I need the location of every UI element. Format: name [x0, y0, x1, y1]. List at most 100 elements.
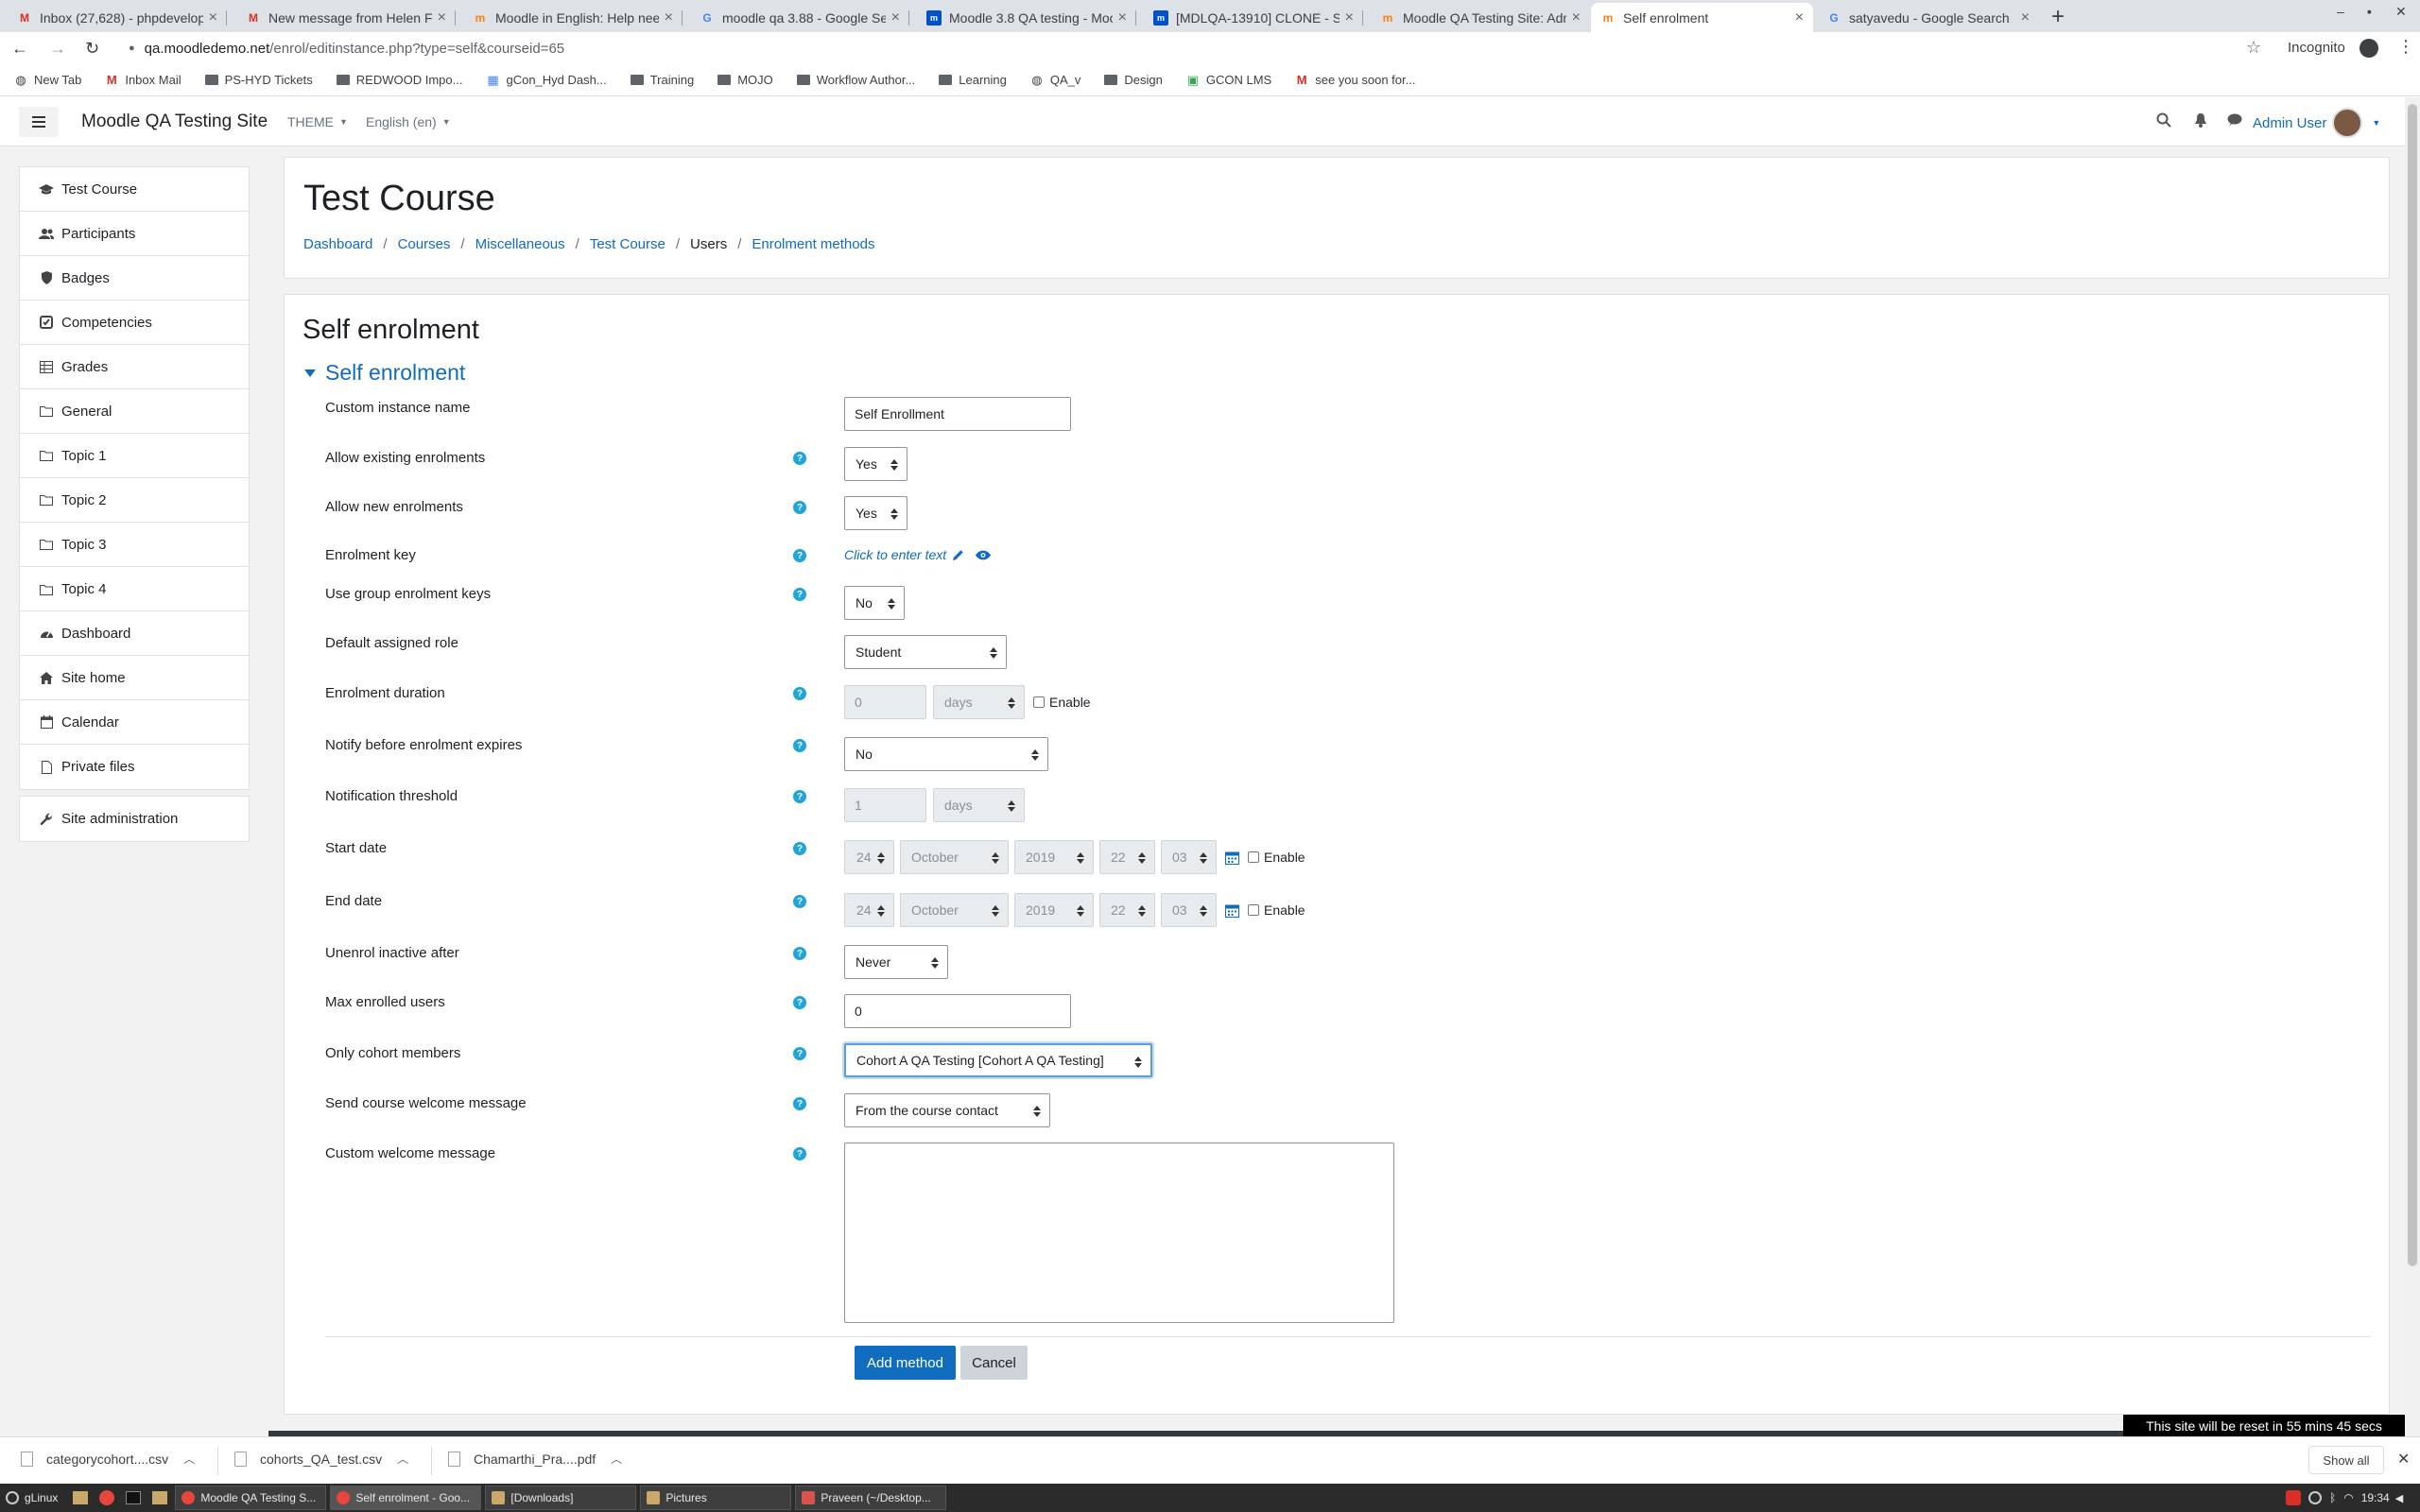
duration-unit-select[interactable]: days — [933, 685, 1025, 719]
bookmark-item[interactable]: ▦ gCon_Hyd Dash... — [485, 73, 606, 88]
address-bar[interactable]: ● qa.moodledemo.net /enrol/editinstance.… — [129, 41, 2208, 57]
welcome-select[interactable]: From the course contact — [844, 1093, 1050, 1127]
nav-item-dashboard[interactable]: Dashboard — [20, 611, 249, 656]
help-icon[interactable]: ? — [793, 996, 806, 1009]
help-icon[interactable]: ? — [793, 1147, 806, 1160]
allow-existing-select[interactable]: Yes — [844, 447, 908, 481]
help-icon[interactable]: ? — [793, 895, 806, 908]
help-icon[interactable]: ? — [793, 588, 806, 601]
nav-item-private-files[interactable]: Private files — [20, 745, 249, 789]
nav-item-topic-3[interactable]: Topic 3 — [20, 523, 249, 567]
enrolment-key-editable[interactable]: Click to enter text — [844, 547, 946, 562]
terminal-launcher-icon[interactable] — [126, 1491, 142, 1504]
browser-tab[interactable]: M Inbox (27,628) - phpdevelop × — [8, 3, 227, 32]
nav-item-participants[interactable]: Participants — [20, 212, 249, 256]
bookmark-folder[interactable]: REDWOOD Impo... — [336, 73, 462, 87]
folder-launcher-icon[interactable] — [152, 1491, 168, 1504]
start-menu-button[interactable]: gLinux — [0, 1486, 63, 1510]
end-day-select[interactable]: 24 — [844, 893, 894, 927]
minimize-icon[interactable]: – — [2337, 4, 2344, 19]
clock[interactable]: 19:34 — [2361, 1491, 2390, 1504]
reveal-eye-icon[interactable] — [976, 550, 992, 560]
custom-instance-name-input[interactable]: Self Enrollment — [844, 397, 1071, 431]
language-menu[interactable]: English (en) ▼ — [366, 114, 451, 129]
taskbar-app[interactable]: Praveen (~/Desktop... — [795, 1486, 947, 1510]
pencil-icon[interactable] — [952, 549, 964, 561]
chrome-launcher-icon[interactable] — [99, 1490, 115, 1505]
nav-item-site-home[interactable]: Site home — [20, 656, 249, 700]
threshold-unit-select[interactable]: days — [933, 788, 1025, 822]
theme-menu[interactable]: THEME ▼ — [287, 114, 348, 129]
browser-tab[interactable]: Gmoodle qa 3.88 - Google Sea × — [690, 3, 909, 32]
help-icon[interactable]: ? — [793, 739, 806, 752]
help-icon[interactable]: ? — [793, 687, 806, 700]
close-tab-icon[interactable]: × — [891, 9, 900, 26]
nav-item-calendar[interactable]: Calendar — [20, 700, 249, 745]
search-icon[interactable] — [2156, 112, 2171, 128]
download-item[interactable]: Chamarthi_Pra....pdf ︿ — [448, 1451, 622, 1467]
new-tab-icon[interactable]: + — [2051, 4, 2065, 30]
bookmark-item[interactable]: ◍ QA_v — [1029, 73, 1080, 88]
close-tab-icon[interactable]: × — [209, 9, 217, 26]
help-icon[interactable]: ? — [793, 947, 806, 960]
duration-input[interactable]: 0 — [844, 685, 926, 719]
notifications-bell-icon[interactable] — [2194, 112, 2207, 128]
cancel-button[interactable]: Cancel — [960, 1346, 1028, 1380]
close-tab-icon[interactable]: × — [1345, 9, 1354, 26]
drawer-toggle-button[interactable] — [19, 107, 59, 137]
help-icon[interactable]: ? — [793, 501, 806, 514]
nav-item-topic-2[interactable]: Topic 2 — [20, 478, 249, 523]
bookmark-item[interactable]: M Inbox Mail — [104, 73, 182, 87]
nav-item-site-administration[interactable]: Site administration — [20, 797, 249, 841]
breadcrumb-courses[interactable]: Courses — [398, 236, 451, 252]
bookmark-folder[interactable]: Design — [1103, 73, 1163, 87]
nav-item-topic-1[interactable]: Topic 1 — [20, 434, 249, 478]
volume-icon[interactable]: ◀ — [2395, 1492, 2403, 1504]
close-tab-icon[interactable]: × — [2021, 9, 2030, 26]
bookmark-item[interactable]: ▣ GCON LMS — [1185, 73, 1272, 88]
start-day-select[interactable]: 24 — [844, 840, 894, 874]
help-icon[interactable]: ? — [793, 1097, 806, 1110]
duration-enable-checkbox[interactable] — [1033, 696, 1045, 708]
help-icon[interactable]: ? — [793, 842, 806, 855]
profile-label[interactable]: Incognito — [2288, 40, 2345, 56]
bookmark-folder[interactable]: Learning — [938, 73, 1007, 87]
close-window-icon[interactable]: ✕ — [2395, 4, 2407, 20]
tray-app-icon[interactable] — [2286, 1490, 2301, 1505]
wifi-icon[interactable]: ◠ — [2343, 1491, 2353, 1504]
help-icon[interactable]: ? — [793, 1047, 806, 1060]
taskbar-app-active[interactable]: Self enrolment - Goo... — [330, 1486, 482, 1510]
bookmark-folder[interactable]: Training — [630, 73, 694, 87]
messages-icon[interactable] — [2227, 113, 2242, 127]
add-method-button[interactable]: Add method — [855, 1346, 956, 1380]
default-role-select[interactable]: Student — [844, 635, 1007, 669]
allow-new-select[interactable]: Yes — [844, 496, 908, 530]
bookmark-folder[interactable]: PS-HYD Tickets — [204, 73, 313, 87]
start-date-enable-checkbox[interactable] — [1248, 851, 1259, 863]
maximize-icon[interactable]: ▪ — [2367, 4, 2372, 19]
nav-item-badges[interactable]: Badges — [20, 256, 249, 301]
breadcrumb-miscellaneous[interactable]: Miscellaneous — [475, 236, 565, 252]
chevron-up-icon[interactable]: ︿ — [611, 1451, 622, 1467]
close-tab-icon[interactable]: × — [665, 9, 673, 26]
user-menu[interactable]: Admin User ▼ — [2253, 108, 2380, 138]
browser-tab[interactable]: m Moodle 3.8 QA testing - Moo × — [917, 3, 1136, 32]
close-tab-icon[interactable]: × — [1572, 9, 1581, 26]
custom-welcome-textarea[interactable] — [844, 1143, 1394, 1323]
bookmark-star-icon[interactable]: ☆ — [2246, 38, 2261, 58]
site-name[interactable]: Moodle QA Testing Site — [81, 112, 268, 132]
bookmark-folder[interactable]: Workflow Author... — [796, 73, 915, 87]
unenrol-inactive-select[interactable]: Never — [844, 945, 948, 979]
section-toggle[interactable]: Self enrolment — [304, 360, 465, 386]
chevron-up-icon[interactable]: ︿ — [183, 1451, 195, 1467]
max-users-input[interactable]: 0 — [844, 994, 1071, 1028]
browser-menu-icon[interactable]: ⋮ — [2397, 37, 2414, 57]
help-icon[interactable]: ? — [793, 790, 806, 803]
help-icon[interactable]: ? — [793, 549, 806, 562]
end-minute-select[interactable]: 03 — [1161, 893, 1217, 927]
taskbar-app[interactable]: Moodle QA Testing S... — [175, 1486, 327, 1510]
taskbar-app[interactable]: [Downloads] — [485, 1486, 637, 1510]
forward-icon[interactable]: → — [49, 39, 68, 59]
browser-tab[interactable]: M New message from Helen Fo × — [236, 3, 456, 32]
bookmark-item[interactable]: ◍ New Tab — [13, 73, 81, 88]
